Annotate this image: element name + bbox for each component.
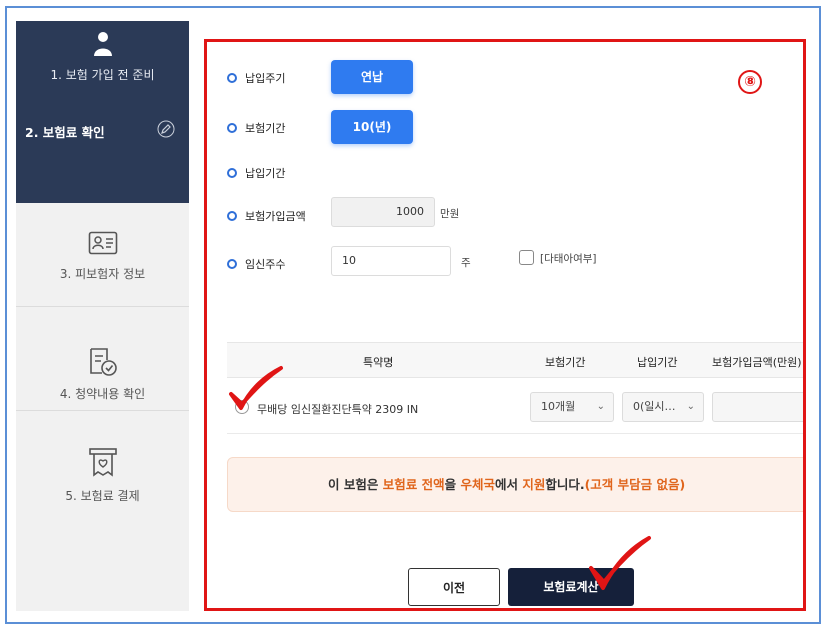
calculate-premium-button[interactable]: 보험료계산 (508, 568, 634, 606)
document-check-icon (87, 347, 119, 380)
rider-amount-input[interactable] (712, 392, 803, 422)
step-number-badge: ⑧ (738, 70, 762, 94)
rider-period-select[interactable]: 10개월 ⌄ (530, 392, 614, 422)
bullet-circle-icon (227, 211, 237, 221)
receipt-heart-icon (88, 447, 118, 480)
step-sidebar: 1. 보험 가입 전 준비 2. 보험료 확인 3. 피보험자 정보 4. 청약… (16, 21, 189, 611)
window-frame: 1. 보험 가입 전 준비 2. 보험료 확인 3. 피보험자 정보 4. 청약… (5, 6, 821, 624)
twins-checkbox[interactable] (519, 250, 534, 265)
pregnancy-weeks-label: 임신주수 (227, 256, 285, 272)
rider-select-radio[interactable] (235, 400, 249, 414)
bullet-circle-icon (227, 259, 237, 269)
sidebar-step-3[interactable]: 3. 피보험자 정보 (16, 203, 189, 307)
chevron-down-icon: ⌄ (596, 401, 605, 412)
bullet-circle-icon (227, 123, 237, 133)
sidebar-step-1[interactable]: 1. 보험 가입 전 준비 (16, 21, 189, 108)
prev-button[interactable]: 이전 (408, 568, 500, 606)
bullet-circle-icon (227, 168, 237, 178)
table-row: 무배당 임신질환진단특약 2309 IN 10개월 ⌄ 0(일시… ⌄ (227, 378, 803, 434)
support-notice: 이 보험은 보험료 전액을 우체국에서 지원합니다.(고객 부담금 없음) (227, 457, 803, 512)
pregnancy-weeks-input[interactable]: 10 (331, 246, 451, 276)
rider-table-header: 특약명 보험기간 납입기간 보험가입금액(만원) (227, 342, 803, 378)
twins-checkbox-label: [다태아여부] (540, 253, 597, 265)
premium-form-panel: ⑧ 납입주기 연납 보험기간 10(년) 납입기간 보험가입금액 1000 만원… (204, 39, 806, 611)
column-header: 납입기간 (637, 356, 678, 369)
sum-insured-field[interactable]: 1000 (331, 197, 435, 227)
pregnancy-weeks-unit: 주 (461, 257, 471, 269)
column-header: 보험기간 (545, 356, 586, 369)
id-card-icon (88, 231, 118, 258)
payment-cycle-label: 납입주기 (227, 70, 285, 86)
sum-insured-unit: 만원 (440, 208, 460, 220)
sidebar-step-5[interactable]: 5. 보험료 결제 (16, 411, 189, 511)
column-header: 보험가입금액(만원) (712, 356, 802, 369)
sum-insured-label: 보험가입금액 (227, 208, 306, 224)
rider-name: 무배당 임신질환진단특약 2309 IN (257, 403, 419, 416)
insurance-period-button[interactable]: 10(년) (331, 110, 413, 144)
bullet-circle-icon (227, 73, 237, 83)
sidebar-step-4[interactable]: 4. 청약내용 확인 (16, 307, 189, 411)
sidebar-step-label: 3. 피보험자 정보 (59, 267, 146, 281)
sidebar-step-label: 1. 보험 가입 전 준비 (50, 68, 155, 82)
rider-payment-select[interactable]: 0(일시… ⌄ (622, 392, 704, 422)
payment-period-label: 납입기간 (227, 165, 285, 181)
column-header: 특약명 (363, 356, 394, 369)
sidebar-step-label: 5. 보험료 결제 (65, 489, 140, 503)
payment-cycle-button[interactable]: 연납 (331, 60, 413, 94)
sidebar-step-2[interactable]: 2. 보험료 확인 (16, 108, 189, 203)
chevron-down-icon: ⌄ (686, 401, 695, 412)
insurance-period-label: 보험기간 (227, 120, 285, 136)
edit-icon (157, 120, 175, 141)
sidebar-step-label: 4. 청약내용 확인 (59, 387, 146, 401)
person-icon (93, 31, 113, 60)
